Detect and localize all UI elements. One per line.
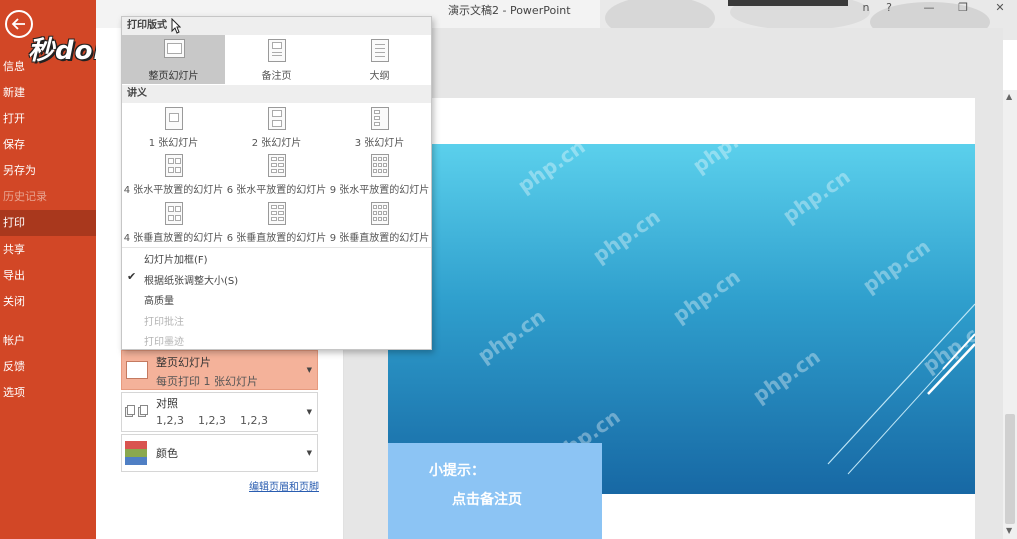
handout-option-label: 9 张垂直放置的幻灯片 [329, 233, 430, 244]
color-palette-icon [125, 441, 147, 465]
handout-2-slides-icon [268, 107, 286, 130]
scroll-down-icon[interactable]: ▼ [1006, 526, 1012, 535]
preview-scrollbar[interactable]: ▲ ▼ [1003, 90, 1017, 539]
handout-option-9-horizontal[interactable]: 9 张水平放置的幻灯片 [328, 151, 431, 197]
window-title: 演示文稿2 - PowerPoint [448, 4, 571, 17]
handout-option-2[interactable]: 2 张幻灯片 [225, 104, 328, 150]
restore-button[interactable]: ❐ [952, 1, 974, 14]
collation-dropdown[interactable]: 对照 1,2,3 1,2,3 1,2,3 ▼ [121, 392, 318, 432]
handout-3-slides-icon [371, 107, 389, 130]
sidebar-item-account[interactable]: 帐户 [0, 328, 96, 354]
collate-order: 1,2,3 1,2,3 1,2,3 [156, 414, 268, 427]
handout-4-horizontal-icon [165, 154, 183, 177]
sidebar-item-feedback[interactable]: 反馈 [0, 354, 96, 380]
layout-option-notes-page[interactable]: 备注页 [225, 35, 328, 84]
menu-item-print-comments: 打印批注 [144, 317, 184, 328]
outline-icon [371, 39, 389, 62]
sidebar-item-open[interactable]: 打开 [0, 106, 96, 132]
chevron-down-icon: ▼ [306, 449, 312, 457]
sidebar-item-save[interactable]: 保存 [0, 132, 96, 158]
print-layout-popup: 打印版式 整页幻灯片 备注页 大纲 讲义 1 张幻灯片 2 张幻灯片 3 张幻灯… [121, 16, 432, 350]
layout-option-label: 大纲 [369, 71, 390, 82]
handout-option-label: 1 张幻灯片 [148, 138, 199, 149]
sidebar-item-close[interactable]: 关闭 [0, 289, 96, 315]
chevron-down-icon: ▼ [306, 366, 312, 374]
menu-item-scale-to-fit[interactable]: 根据纸张调整大小(S) [144, 272, 238, 287]
handout-option-label: 9 张水平放置的幻灯片 [329, 185, 430, 196]
sidebar-item-print[interactable]: 打印 [0, 210, 96, 236]
handout-option-1[interactable]: 1 张幻灯片 [122, 104, 225, 150]
print-layout-header: 打印版式 [122, 17, 431, 35]
handout-option-4-horizontal[interactable]: 4 张水平放置的幻灯片 [122, 151, 225, 197]
help-button[interactable]: ? [878, 1, 900, 14]
scroll-up-icon[interactable]: ▲ [1006, 92, 1012, 101]
sidebar-item-save-as[interactable]: 另存为 [0, 158, 96, 184]
edit-header-footer-link[interactable]: 编辑页眉和页脚 [249, 478, 319, 493]
tip-overlay: 小提示： 点击备注页 [388, 443, 602, 539]
layout-option-full-page[interactable]: 整页幻灯片 [122, 35, 225, 84]
notes-page-icon [268, 39, 286, 62]
user-name-partial: n [862, 1, 870, 14]
sidebar-item-new[interactable]: 新建 [0, 80, 96, 106]
handout-option-3[interactable]: 3 张幻灯片 [328, 104, 431, 150]
close-button[interactable]: ✕ [989, 1, 1011, 14]
backstage-sidebar: 信息 新建 打开 保存 另存为 历史记录 打印 共享 导出 关闭 帐户 反馈 选… [0, 0, 96, 539]
sidebar-item-share[interactable]: 共享 [0, 237, 96, 263]
handout-9-horizontal-icon [371, 154, 389, 177]
sidebar-item-export[interactable]: 导出 [0, 263, 96, 289]
handout-option-label: 6 张垂直放置的幻灯片 [226, 233, 327, 244]
handout-4-vertical-icon [165, 202, 183, 225]
handout-1-slide-icon [165, 107, 183, 130]
menu-item-high-quality[interactable]: 高质量 [144, 292, 174, 307]
menu-separator [122, 247, 431, 248]
chevron-down-icon: ▼ [306, 408, 312, 416]
color-label: 颜色 [156, 447, 178, 460]
collated-pages-icon [125, 405, 148, 417]
checkmark-icon: ✔ [127, 270, 137, 283]
handout-option-label: 4 张垂直放置的幻灯片 [123, 233, 224, 244]
tip-title: 小提示： [429, 463, 485, 479]
handout-9-vertical-icon [371, 202, 389, 225]
menu-item-frame-slides[interactable]: 幻灯片加框(F) [144, 251, 208, 266]
layout-description: 每页打印 1 张幻灯片 [156, 375, 258, 388]
handouts-header: 讲义 [122, 85, 431, 103]
tip-text: 点击备注页 [452, 492, 522, 508]
full-page-icon [164, 39, 185, 58]
menu-item-print-ink: 打印墨迹 [144, 337, 184, 348]
layout-option-label: 整页幻灯片 [148, 71, 199, 82]
handout-option-4-vertical[interactable]: 4 张垂直放置的幻灯片 [122, 199, 225, 245]
full-page-slide-icon [126, 361, 148, 379]
scrollbar-thumb[interactable] [1005, 414, 1015, 524]
collate-label: 对照 [156, 397, 178, 410]
color-dropdown[interactable]: 颜色 ▼ [121, 434, 318, 472]
handout-option-9-vertical[interactable]: 9 张垂直放置的幻灯片 [328, 199, 431, 245]
arrow-left-icon [11, 18, 25, 30]
handout-option-6-vertical[interactable]: 6 张垂直放置的幻灯片 [225, 199, 328, 245]
handout-option-label: 3 张幻灯片 [354, 138, 405, 149]
sidebar-item-options[interactable]: 选项 [0, 380, 96, 406]
handout-option-6-horizontal[interactable]: 6 张水平放置的幻灯片 [225, 151, 328, 197]
sidebar-item-history: 历史记录 [3, 190, 47, 203]
layout-selected-label: 整页幻灯片 [156, 356, 211, 369]
handout-option-label: 2 张幻灯片 [251, 138, 302, 149]
handout-6-vertical-icon [268, 202, 286, 225]
handout-option-label: 4 张水平放置的幻灯片 [123, 185, 224, 196]
handout-6-horizontal-icon [268, 154, 286, 177]
handout-option-label: 6 张水平放置的幻灯片 [226, 185, 327, 196]
mouse-cursor-icon [171, 18, 181, 34]
slide-preview: php.cn php.cn php.cn php.cn php.cn php.c… [388, 144, 975, 494]
print-layout-dropdown[interactable]: 整页幻灯片 每页打印 1 张幻灯片 ▼ [121, 350, 318, 390]
layout-option-outline[interactable]: 大纲 [328, 35, 431, 84]
minimize-button[interactable]: — [918, 1, 940, 14]
layout-option-label: 备注页 [261, 71, 292, 82]
